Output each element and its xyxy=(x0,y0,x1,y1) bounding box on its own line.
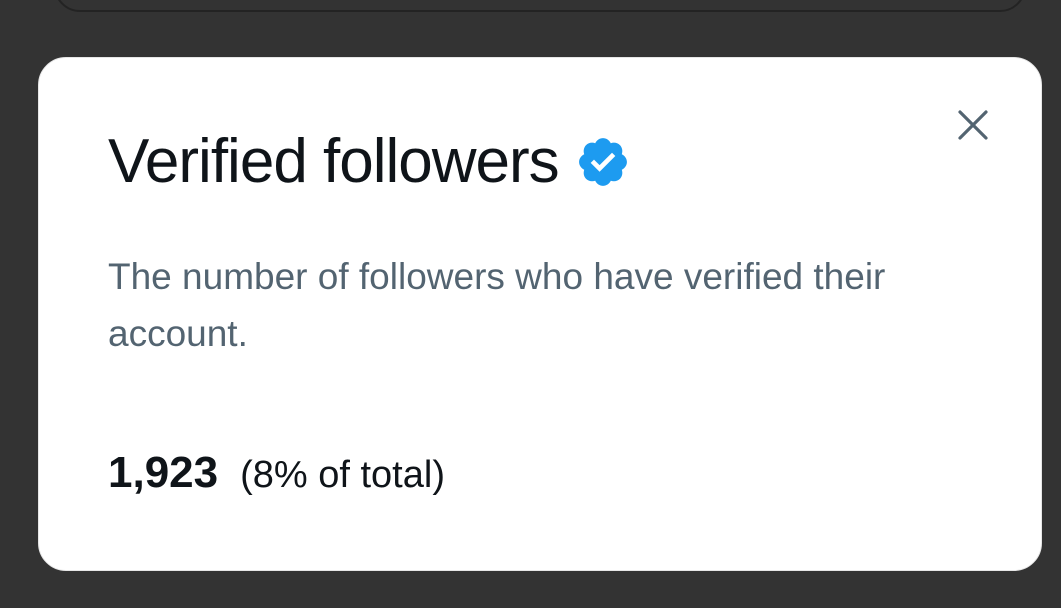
verified-percent: (8% of total) xyxy=(240,454,445,496)
title-row: Verified followers xyxy=(108,126,631,198)
verified-stats: 1,923 (8% of total) xyxy=(108,448,445,498)
close-icon xyxy=(958,110,988,140)
verified-followers-dialog: Verified followers The number of followe… xyxy=(38,57,1042,571)
dialog-title: Verified followers xyxy=(108,127,560,196)
background-card xyxy=(54,0,1026,12)
verified-badge-icon xyxy=(578,138,627,186)
verified-count: 1,923 xyxy=(108,448,219,497)
dialog-description: The number of followers who have verifie… xyxy=(108,256,886,354)
close-button[interactable] xyxy=(951,103,995,147)
